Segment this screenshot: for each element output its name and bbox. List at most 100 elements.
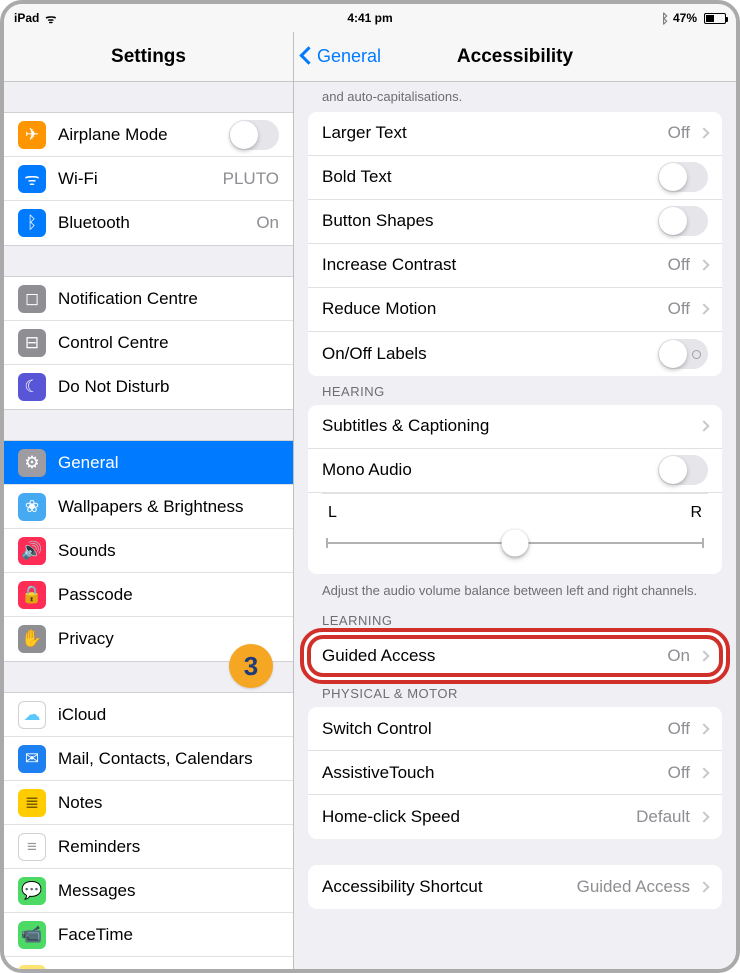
sidebar-item-wallpapers[interactable]: ❀Wallpapers & Brightness xyxy=(4,485,293,529)
row-label: On/Off Labels xyxy=(322,344,650,364)
sidebar-item-airplane[interactable]: ✈Airplane Mode xyxy=(4,113,293,157)
app-frame: iPad ᯤ 4:41 pm ᛒ 47% Settings ✈Airplane … xyxy=(0,0,740,973)
row-value: Off xyxy=(668,255,690,275)
group-header: HEARING xyxy=(294,376,736,405)
sidebar-item-bluetooth[interactable]: ᛒ Bluetooth On xyxy=(4,201,293,245)
sidebar-item-mail[interactable]: ✉ Mail, Contacts, Calendars xyxy=(4,737,293,781)
sidebar-item-maps[interactable]: ⤵ Maps xyxy=(4,957,293,969)
sidebar-item-label: Messages xyxy=(58,881,279,901)
row-value: Off xyxy=(668,719,690,739)
sidebar-title: Settings xyxy=(4,32,293,82)
row-value: Default xyxy=(636,807,690,827)
sidebar-item-notes[interactable]: ≣Notes xyxy=(4,781,293,825)
sidebar-item-facetime[interactable]: 📹FaceTime xyxy=(4,913,293,957)
slider-label-right: R xyxy=(690,504,702,522)
setting-row-button-shapes[interactable]: Button Shapes xyxy=(308,200,722,244)
setting-row-larger-text[interactable]: Larger Text Off xyxy=(308,112,722,156)
device-label: iPad xyxy=(14,11,39,25)
setting-row-switch-control[interactable]: Switch Control Off xyxy=(308,707,722,751)
sidebar-item-dnd[interactable]: ☾ Do Not Disturb xyxy=(4,365,293,409)
row-label: Increase Contrast xyxy=(322,255,660,275)
setting-row-on-off-labels[interactable]: On/Off Labels xyxy=(308,332,722,376)
chevron-right-icon xyxy=(698,127,709,138)
back-button[interactable]: General xyxy=(294,46,381,67)
setting-row-bold-text[interactable]: Bold Text xyxy=(308,156,722,200)
sidebar-item-label: Bluetooth xyxy=(58,213,248,233)
setting-row-reduce-motion[interactable]: Reduce Motion Off xyxy=(308,288,722,332)
setting-row-home-click-speed[interactable]: Home-click Speed Default xyxy=(308,795,722,839)
sidebar-item-controlcentre[interactable]: ⊟ Control Centre xyxy=(4,321,293,365)
toggle[interactable] xyxy=(658,206,708,236)
toggle[interactable] xyxy=(658,339,708,369)
group-footer: Adjust the audio volume balance between … xyxy=(294,574,736,606)
passcode-icon: 🔒 xyxy=(18,581,46,609)
row-value: Off xyxy=(668,299,690,319)
sidebar-item-label: iCloud xyxy=(58,705,279,725)
chevron-right-icon xyxy=(698,723,709,734)
detail-scroll[interactable]: and auto-capitalisations. Larger Text Off… xyxy=(294,82,736,969)
dnd-icon: ☾ xyxy=(18,373,46,401)
wifi-icon: ᯤ xyxy=(18,165,46,193)
sidebar-item-label: Sounds xyxy=(58,541,279,561)
sidebar-item-reminders[interactable]: ≡Reminders xyxy=(4,825,293,869)
row-label: Switch Control xyxy=(322,719,660,739)
battery-percentage: 47% xyxy=(673,11,697,25)
group-footer-top: and auto-capitalisations. xyxy=(294,82,736,112)
toggle[interactable] xyxy=(658,162,708,192)
notes-icon: ≣ xyxy=(18,789,46,817)
setting-row-subtitles-captioning[interactable]: Subtitles & Captioning xyxy=(308,405,722,449)
sidebar-item-value: On xyxy=(256,213,279,233)
setting-row-mono-audio[interactable]: Mono Audio xyxy=(308,449,722,493)
slider-thumb[interactable] xyxy=(502,529,529,556)
messages-icon: 💬 xyxy=(18,877,46,905)
detail-title: Accessibility xyxy=(457,46,573,68)
sidebar-item-icloud[interactable]: ☁ iCloud xyxy=(4,693,293,737)
icloud-icon: ☁ xyxy=(18,701,46,729)
sidebar-item-general[interactable]: ⚙General xyxy=(4,441,293,485)
status-bar: iPad ᯤ 4:41 pm ᛒ 47% xyxy=(4,4,736,32)
setting-row-increase-contrast[interactable]: Increase Contrast Off xyxy=(308,244,722,288)
maps-icon: ⤵ xyxy=(18,965,46,970)
balance-slider[interactable]: LR xyxy=(308,494,722,574)
bluetooth-icon: ᛒ xyxy=(18,209,46,237)
sidebar-item-wifi[interactable]: ᯤ Wi-Fi PLUTO xyxy=(4,157,293,201)
setting-row-accessibility-shortcut[interactable]: Accessibility ShortcutGuided Access xyxy=(308,865,722,909)
sidebar-item-label: Maps xyxy=(58,969,279,970)
sidebar-item-label: General xyxy=(58,453,279,473)
chevron-right-icon xyxy=(698,811,709,822)
setting-row-guided-access[interactable]: Guided AccessOn xyxy=(308,634,722,678)
toggle[interactable] xyxy=(658,455,708,485)
reminders-icon: ≡ xyxy=(18,833,46,861)
row-value: Off xyxy=(668,763,690,783)
sidebar-item-sounds[interactable]: 🔊Sounds xyxy=(4,529,293,573)
sidebar-scroll[interactable]: ✈Airplane Mode ᯤ Wi-Fi PLUTO ᛒ Bluetooth On ◻No… xyxy=(4,82,293,969)
row-label: Home-click Speed xyxy=(322,807,628,827)
chevron-right-icon xyxy=(698,303,709,314)
mail-icon: ✉ xyxy=(18,745,46,773)
sidebar-item-label: FaceTime xyxy=(58,925,279,945)
controlcentre-icon: ⊟ xyxy=(18,329,46,357)
sidebar-item-label: Passcode xyxy=(58,585,279,605)
sidebar: Settings ✈Airplane Mode ᯤ Wi-Fi PLUTO ᛒ Bluet… xyxy=(4,32,294,969)
row-label: Mono Audio xyxy=(322,460,650,480)
row-value: Off xyxy=(668,123,690,143)
sidebar-item-label: Wi-Fi xyxy=(58,169,215,189)
airplane-icon: ✈ xyxy=(18,121,46,149)
back-label: General xyxy=(317,46,381,67)
sidebar-item-label: Do Not Disturb xyxy=(58,377,279,397)
sidebar-item-value: PLUTO xyxy=(223,169,279,189)
row-label: Larger Text xyxy=(322,123,660,143)
wifi-status-icon: ᯤ xyxy=(45,10,56,27)
sidebar-item-messages[interactable]: 💬 Messages xyxy=(4,869,293,913)
privacy-icon: ✋ xyxy=(18,625,46,653)
sidebar-item-label: Notification Centre xyxy=(58,289,279,309)
sidebar-item-notifications[interactable]: ◻Notification Centre xyxy=(4,277,293,321)
setting-row-assistivetouch[interactable]: AssistiveTouchOff xyxy=(308,751,722,795)
sidebar-item-passcode[interactable]: 🔒 Passcode xyxy=(4,573,293,617)
bluetooth-status-icon: ᛒ xyxy=(661,11,669,26)
sidebar-item-label: Control Centre xyxy=(58,333,279,353)
row-label: Button Shapes xyxy=(322,211,650,231)
toggle[interactable] xyxy=(229,120,279,150)
row-label: Reduce Motion xyxy=(322,299,660,319)
sidebar-item-label: Mail, Contacts, Calendars xyxy=(58,749,279,769)
